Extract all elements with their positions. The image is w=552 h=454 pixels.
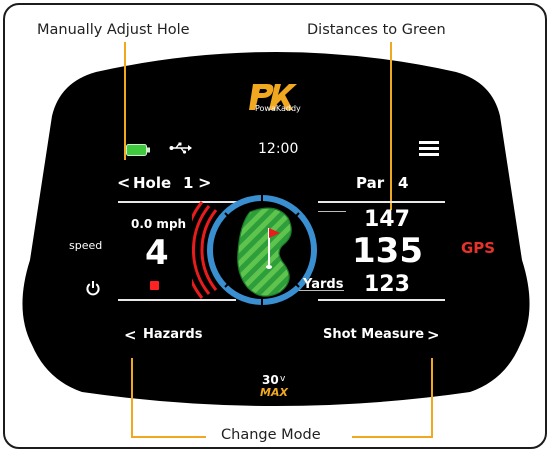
divider-top-right — [318, 201, 445, 203]
hole-label: Hole — [133, 174, 172, 192]
model-suffix: v — [280, 374, 286, 384]
powakaddy-logo: PowaKaddy — [247, 82, 305, 116]
callout-change-mode: Change Mode — [221, 427, 321, 443]
hazards-chevron: < — [124, 326, 137, 344]
shot-measure-chevron: > — [427, 326, 440, 344]
model-number: 30 — [262, 373, 279, 387]
hazards-button[interactable]: < Hazards — [124, 326, 204, 346]
menu-icon[interactable] — [419, 140, 439, 156]
distance-unit: Yards — [303, 277, 344, 292]
callout-line-right — [431, 358, 433, 438]
model-max: MAX — [260, 386, 288, 399]
usb-icon — [169, 140, 193, 154]
callout-manually-adjust-hole: Manually Adjust Hole — [37, 22, 190, 38]
speed-side-label: speed — [69, 239, 103, 252]
callout-line-right-h — [352, 436, 433, 438]
hazards-label: Hazards — [143, 327, 203, 342]
green-graphic — [192, 192, 317, 308]
par-number: 4 — [398, 174, 409, 192]
clock-time: 12:00 — [258, 141, 299, 157]
distance-front: 123 — [364, 272, 410, 297]
speed-level: 4 — [145, 233, 169, 273]
hole-prev-chevron[interactable]: < — [117, 173, 130, 192]
callout-line-left-h — [131, 436, 206, 438]
distance-back: 147 — [364, 207, 410, 232]
distance-tick-top — [318, 211, 346, 212]
shot-measure-label: Shot Measure — [323, 327, 425, 342]
shot-measure-button[interactable]: Shot Measure > — [323, 326, 441, 346]
speed-value: 0.0 mph — [131, 217, 187, 231]
callout-distances-to-green: Distances to Green — [307, 22, 446, 38]
distance-middle: 135 — [352, 231, 423, 271]
par-label: Par — [356, 174, 385, 192]
divider-bottom-right — [318, 299, 445, 301]
stop-indicator — [150, 281, 159, 290]
model-badge: 30 v MAX — [258, 373, 298, 403]
gps-mode-label: GPS — [461, 239, 496, 257]
battery-icon — [126, 141, 150, 156]
callout-line-left — [131, 358, 133, 438]
callout-line-distances — [390, 42, 392, 210]
power-icon[interactable] — [85, 280, 101, 296]
brand-name: PowaKaddy — [255, 104, 301, 113]
